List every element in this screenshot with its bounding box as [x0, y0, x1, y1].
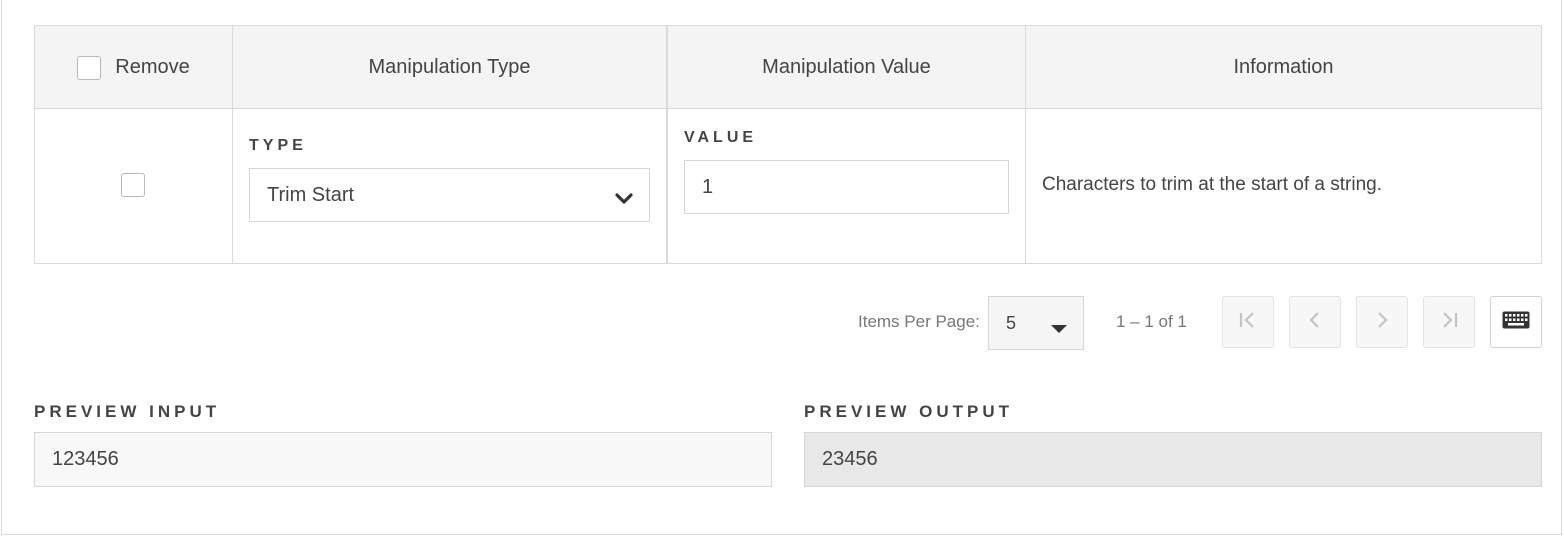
next-page-button[interactable] — [1356, 296, 1408, 348]
preview-output-label: PREVIEW OUTPUT — [804, 402, 1014, 421]
header-remove: Remove — [35, 26, 232, 109]
manipulation-type-select[interactable]: Trim Start — [249, 168, 650, 222]
keyboard-button[interactable] — [1490, 296, 1542, 348]
manipulation-value-text: 1 — [702, 175, 714, 198]
caret-down-icon — [1050, 318, 1068, 339]
items-per-page-select[interactable]: 5 — [988, 296, 1084, 350]
manipulation-type-value: Trim Start — [267, 183, 355, 206]
information-text: Characters to trim at the start of a str… — [1042, 174, 1383, 195]
header-information-label: Information — [1233, 56, 1334, 78]
preview-output-field: 23456 — [804, 432, 1542, 487]
last-page-icon — [1438, 309, 1460, 336]
items-per-page-value: 5 — [1006, 312, 1017, 333]
next-page-icon — [1371, 309, 1393, 336]
row-remove-checkbox[interactable] — [121, 173, 145, 197]
page-range-text: 1 – 1 of 1 — [1116, 312, 1187, 331]
previous-page-button[interactable] — [1289, 296, 1341, 348]
first-page-button[interactable] — [1222, 296, 1274, 348]
header-manipulation-type[interactable]: Manipulation Type — [233, 26, 666, 109]
last-page-button[interactable] — [1423, 296, 1475, 348]
preview-input-field[interactable]: 123456 — [34, 432, 772, 487]
preview-input-value: 123456 — [52, 448, 119, 470]
chevron-down-icon — [615, 189, 633, 212]
header-manipulation-value[interactable]: Manipulation Value — [668, 26, 1025, 109]
header-manipulation-value-label: Manipulation Value — [762, 56, 931, 78]
keyboard-icon — [1502, 311, 1530, 334]
preview-input-label: PREVIEW INPUT — [34, 402, 221, 421]
preview-output-value: 23456 — [822, 448, 878, 470]
type-label: TYPE — [249, 137, 307, 154]
previous-page-icon — [1304, 309, 1326, 336]
manipulation-value-input[interactable]: 1 — [684, 160, 1009, 214]
items-per-page-label: Items Per Page: — [858, 312, 980, 331]
header-manipulation-type-label: Manipulation Type — [368, 56, 531, 78]
value-label: VALUE — [684, 129, 758, 146]
manipulations-table: Remove Manipulation Type Manipulation Va… — [34, 25, 1542, 264]
header-remove-label: Remove — [115, 56, 190, 78]
header-information[interactable]: Information — [1026, 26, 1541, 109]
first-page-icon — [1237, 309, 1259, 336]
select-all-checkbox[interactable] — [77, 55, 102, 80]
